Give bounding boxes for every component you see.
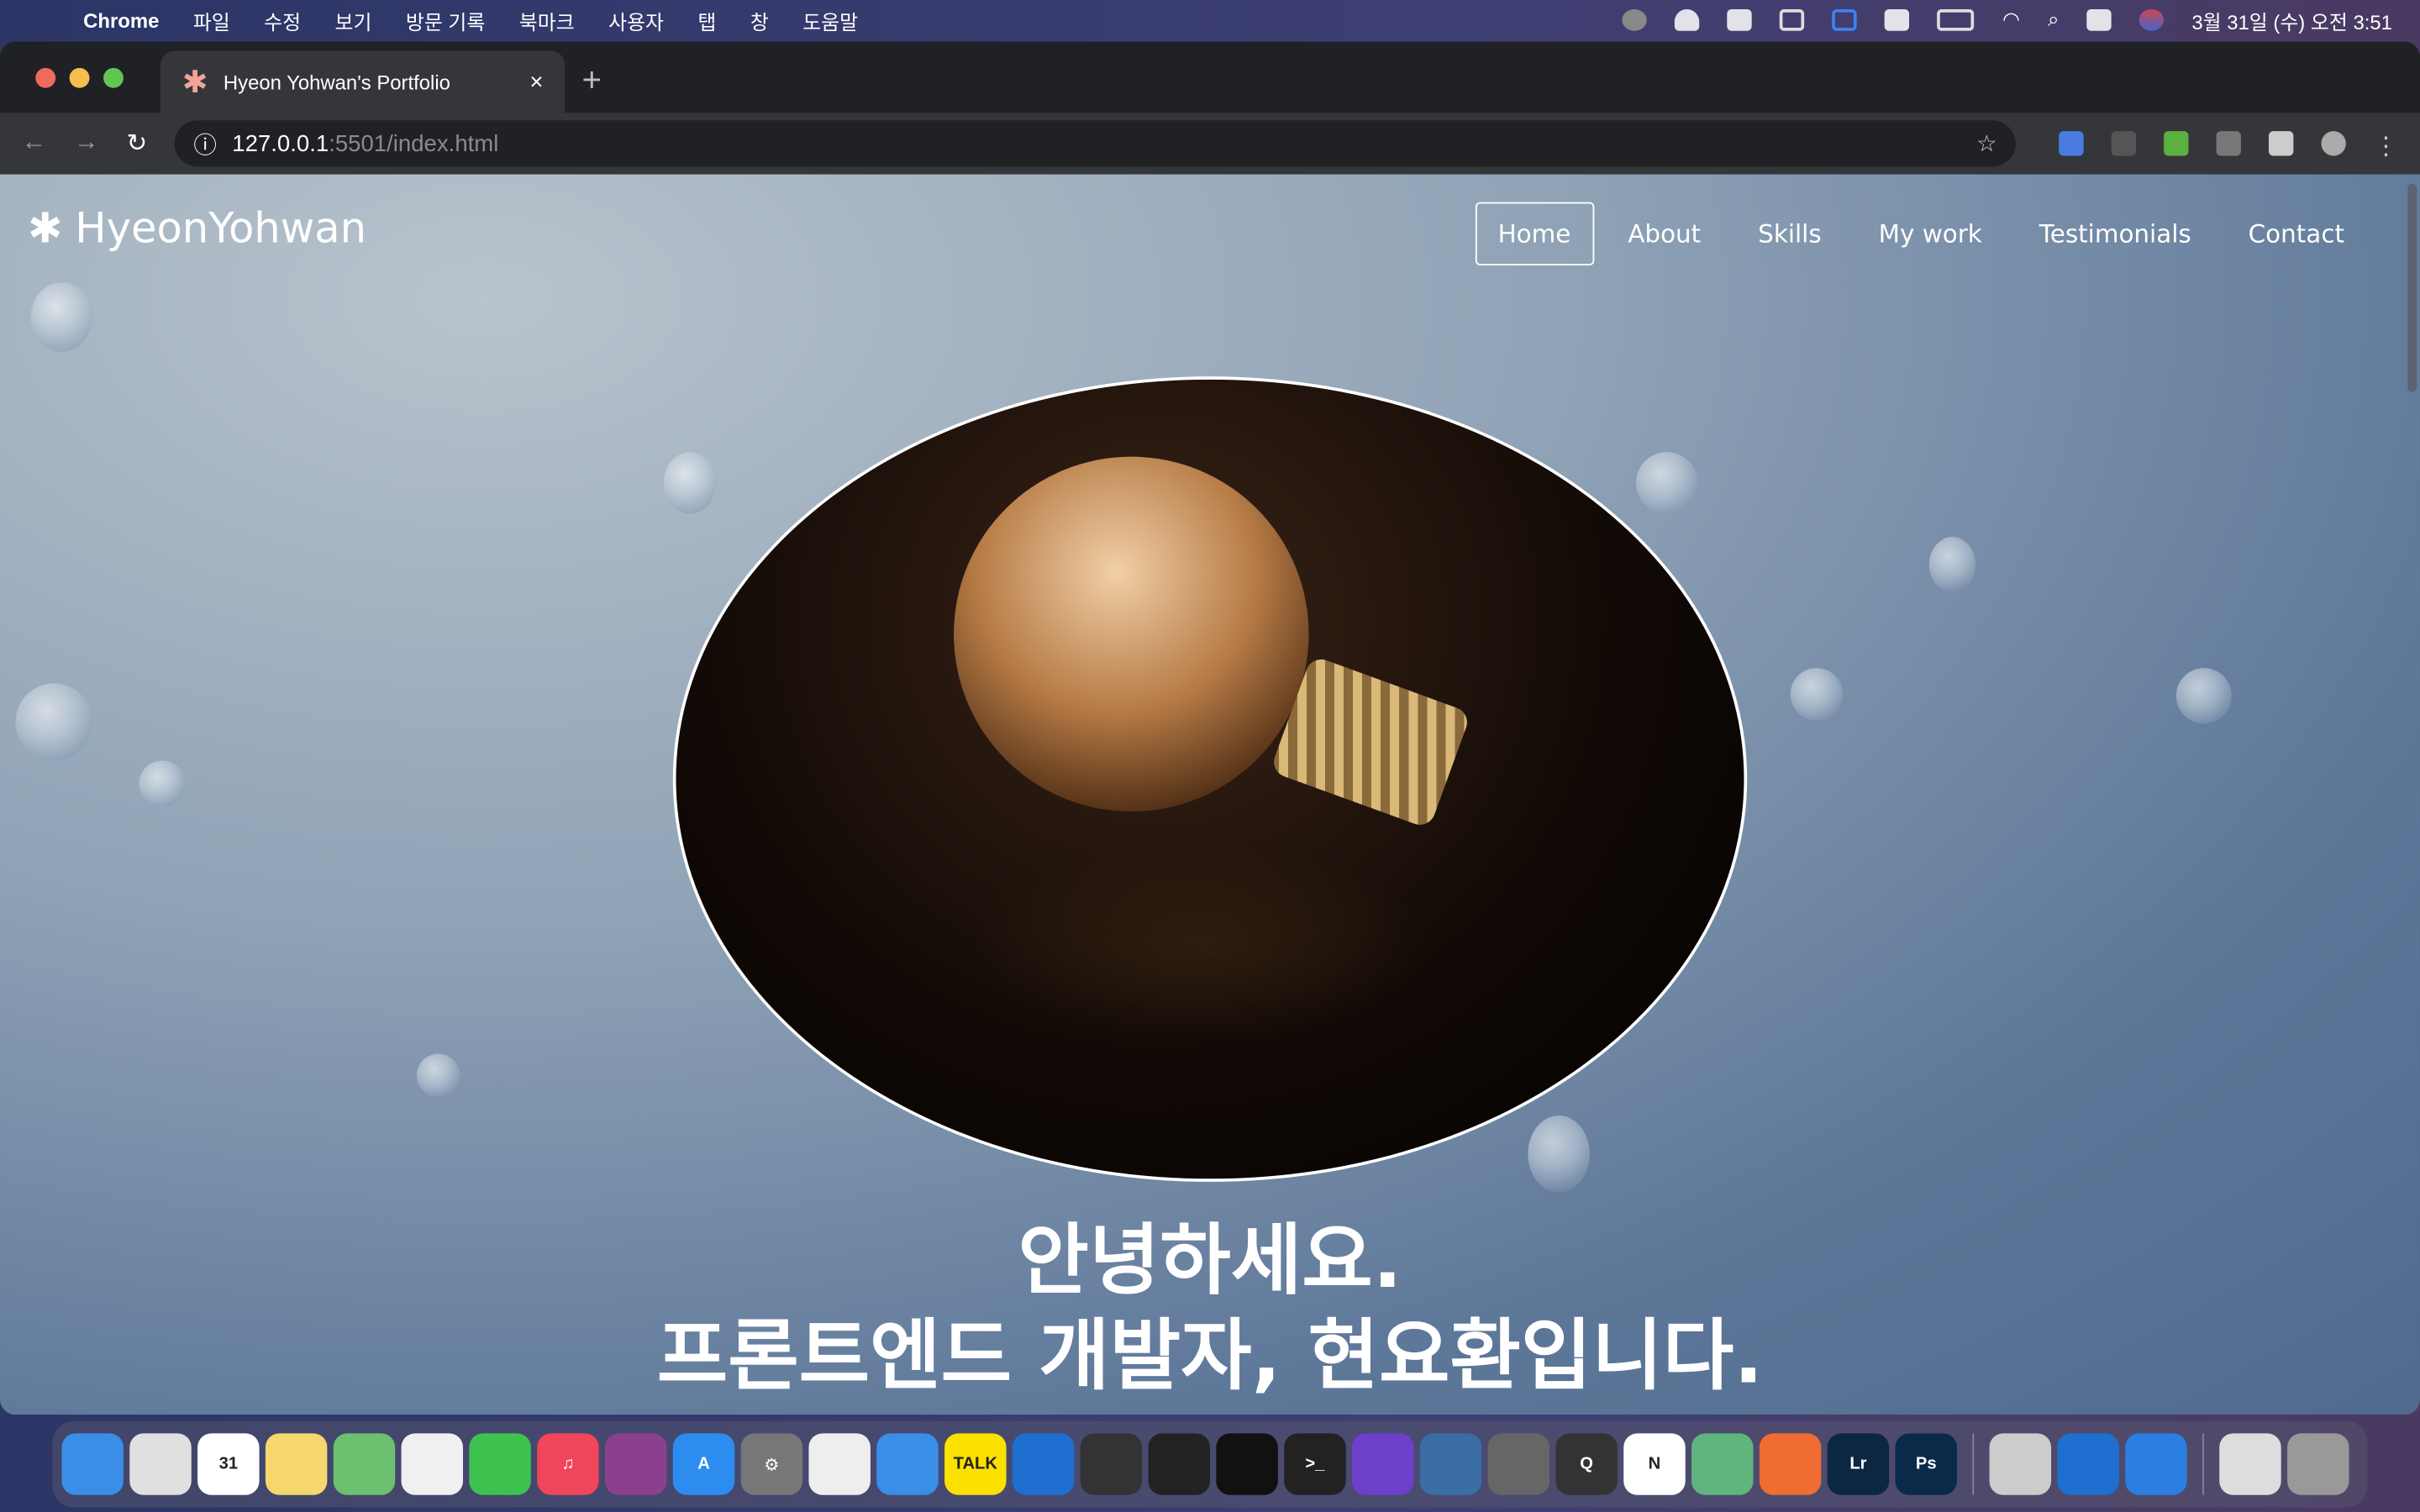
dock-archive-icon[interactable] xyxy=(876,1433,939,1495)
close-tab-icon[interactable]: × xyxy=(529,69,543,95)
dock-maps-icon[interactable] xyxy=(333,1433,396,1495)
url-path: :5501/index.html xyxy=(329,130,499,157)
dock-separator xyxy=(2202,1433,2204,1495)
nav-contact[interactable]: Contact xyxy=(2225,202,2367,265)
windows-icon[interactable] xyxy=(1780,9,1805,31)
menu-bookmarks[interactable]: 북마크 xyxy=(519,5,575,34)
layout-icon[interactable] xyxy=(1728,9,1753,31)
dock-separator xyxy=(1972,1433,1975,1495)
site-logo[interactable]: ✱ HyeonYohwan xyxy=(28,205,366,253)
menu-file[interactable]: 파일 xyxy=(193,5,230,34)
dock-lightroom-icon[interactable]: Lr xyxy=(1827,1433,1890,1495)
green-extension-icon[interactable] xyxy=(2164,131,2189,156)
web-page: ✱ HyeonYohwan Home About Skills My work T… xyxy=(0,174,2420,1415)
control-center-icon[interactable] xyxy=(2086,9,2112,31)
reload-icon[interactable]: ↻ xyxy=(127,128,148,159)
dock-github-desktop-icon[interactable] xyxy=(1351,1433,1414,1495)
hero-headline: 안녕하세요. 프론트엔드 개발자, 현요환입니다. xyxy=(0,1213,2420,1404)
dock-app-store-icon[interactable]: A xyxy=(672,1433,735,1495)
dock-facetime-icon[interactable] xyxy=(469,1433,531,1495)
dock-downloads-icon[interactable] xyxy=(2219,1433,2281,1495)
search-icon[interactable]: ⌕ xyxy=(2048,8,2059,32)
back-icon[interactable]: ← xyxy=(22,129,46,157)
dock-textedit-icon[interactable] xyxy=(808,1433,871,1495)
dock-finder-icon[interactable] xyxy=(61,1433,124,1495)
creative-cloud-icon[interactable] xyxy=(1623,9,1648,31)
menu-bar: Chrome 파일 수정 보기 방문 기록 북마크 사용자 탭 창 도움말 ◠ … xyxy=(0,0,2420,40)
battery-icon[interactable] xyxy=(1937,9,1975,31)
nav-home[interactable]: Home xyxy=(1475,202,1594,265)
zoom-window-button[interactable] xyxy=(103,67,124,88)
dock-notion-icon[interactable]: N xyxy=(1623,1433,1686,1495)
dock-xcode-sim-icon[interactable] xyxy=(1487,1433,1550,1495)
url-host: 127.0.0.1 xyxy=(232,130,329,157)
dock-network-radar-icon[interactable] xyxy=(1419,1433,1482,1495)
dock-quicktime-icon[interactable]: Q xyxy=(1555,1433,1618,1495)
tab-title: Hyeon Yohwan's Portfolio xyxy=(223,70,450,94)
new-tab-button[interactable]: + xyxy=(581,60,602,101)
nav-skills[interactable]: Skills xyxy=(1735,202,1845,265)
siri-icon[interactable] xyxy=(2139,9,2165,31)
google-translate-extension-icon[interactable] xyxy=(2059,131,2084,156)
tab-portfolio[interactable]: ✱ Hyeon Yohwan's Portfolio × xyxy=(160,50,566,113)
nav-about[interactable]: About xyxy=(1605,202,1724,265)
logo-text: HyeonYohwan xyxy=(75,205,367,254)
address-bar[interactable]: ⓘ 127.0.0.1:5501/index.html ☆ xyxy=(175,120,2016,167)
menu-edit[interactable]: 수정 xyxy=(264,5,301,34)
dock-preview-icon[interactable] xyxy=(1989,1433,2052,1495)
sidecar-icon[interactable] xyxy=(1833,9,1858,31)
dock-vscode-3-icon[interactable] xyxy=(2125,1433,2187,1495)
dock-final-cut-icon[interactable] xyxy=(1080,1433,1143,1495)
dock-photoshop-icon[interactable]: Ps xyxy=(1895,1433,1957,1495)
menu-profiles[interactable]: 사용자 xyxy=(608,5,664,34)
dock-trash-icon[interactable] xyxy=(2287,1433,2349,1495)
nav-testimonials[interactable]: Testimonials xyxy=(2016,202,2214,265)
extension-icon[interactable] xyxy=(2216,131,2241,156)
wifi-icon[interactable]: ◠ xyxy=(2002,8,2020,32)
puzzle-extensions-icon[interactable] xyxy=(2268,131,2294,156)
clock[interactable]: 3월 31일 (수) 오전 3:51 xyxy=(2191,5,2392,34)
info-icon[interactable]: ⓘ xyxy=(193,128,217,160)
bookmark-star-icon[interactable]: ☆ xyxy=(1976,129,1997,157)
dock-chrome-icon[interactable] xyxy=(129,1433,192,1495)
dock-atom-icon[interactable] xyxy=(1691,1433,1754,1495)
dock-system-preferences-icon[interactable]: ⚙ xyxy=(740,1433,803,1495)
dock-vscode-2-icon[interactable] xyxy=(2057,1433,2119,1495)
menu-history[interactable]: 방문 기록 xyxy=(406,5,486,34)
dock: 31 ♫ A ⚙ TALK >_ Q N Lr Ps xyxy=(52,1420,2368,1508)
menu-window[interactable]: 창 xyxy=(750,5,769,34)
minimize-window-button[interactable] xyxy=(69,67,90,88)
forward-icon[interactable]: → xyxy=(74,129,98,157)
dock-terminal-icon[interactable]: >_ xyxy=(1284,1433,1346,1495)
close-window-button[interactable] xyxy=(35,67,56,88)
pen-extension-icon[interactable] xyxy=(2111,131,2137,156)
hero-lightbulb-image xyxy=(672,376,1748,1182)
menu-help[interactable]: 도움말 xyxy=(802,5,858,34)
greeting: 안녕하세요. xyxy=(1018,1215,1402,1305)
dock-photos-icon[interactable] xyxy=(401,1433,464,1495)
browser-window: ✱ Hyeon Yohwan's Portfolio × + ← → ↻ ⓘ 1… xyxy=(0,41,2420,1415)
profile-avatar[interactable] xyxy=(2321,131,2346,156)
page-scrollbar[interactable] xyxy=(2407,183,2417,392)
nav-my-work[interactable]: My work xyxy=(1855,202,2005,265)
menu-app-name[interactable]: Chrome xyxy=(83,8,159,32)
dock-kakaotalk-icon[interactable]: TALK xyxy=(944,1433,1007,1495)
asterisk-favicon-icon: ✱ xyxy=(182,66,208,100)
dock-postman-icon[interactable] xyxy=(1759,1433,1822,1495)
notification-bell-icon[interactable] xyxy=(1675,9,1701,31)
dock-screen-recorder-icon[interactable] xyxy=(604,1433,667,1495)
more-menu-icon[interactable]: ⋮ xyxy=(2374,131,2398,160)
site-nav: Home About Skills My work Testimonials C… xyxy=(1464,202,2367,265)
input-source-icon[interactable] xyxy=(1885,9,1910,31)
asterisk-icon: ✱ xyxy=(28,205,63,254)
dock-vscode-icon[interactable] xyxy=(1012,1433,1075,1495)
dock-notes-icon[interactable] xyxy=(265,1433,328,1495)
dock-davinci-resolve-icon[interactable] xyxy=(1148,1433,1210,1495)
dock-iterm-icon[interactable] xyxy=(1216,1433,1278,1495)
menu-tab[interactable]: 탭 xyxy=(697,5,716,34)
menu-view[interactable]: 보기 xyxy=(335,5,372,34)
dock-calendar-icon[interactable]: 31 xyxy=(197,1433,260,1495)
dock-music-icon[interactable]: ♫ xyxy=(537,1433,599,1495)
intro: 프론트엔드 개발자, 현요환입니다. xyxy=(656,1311,1764,1401)
